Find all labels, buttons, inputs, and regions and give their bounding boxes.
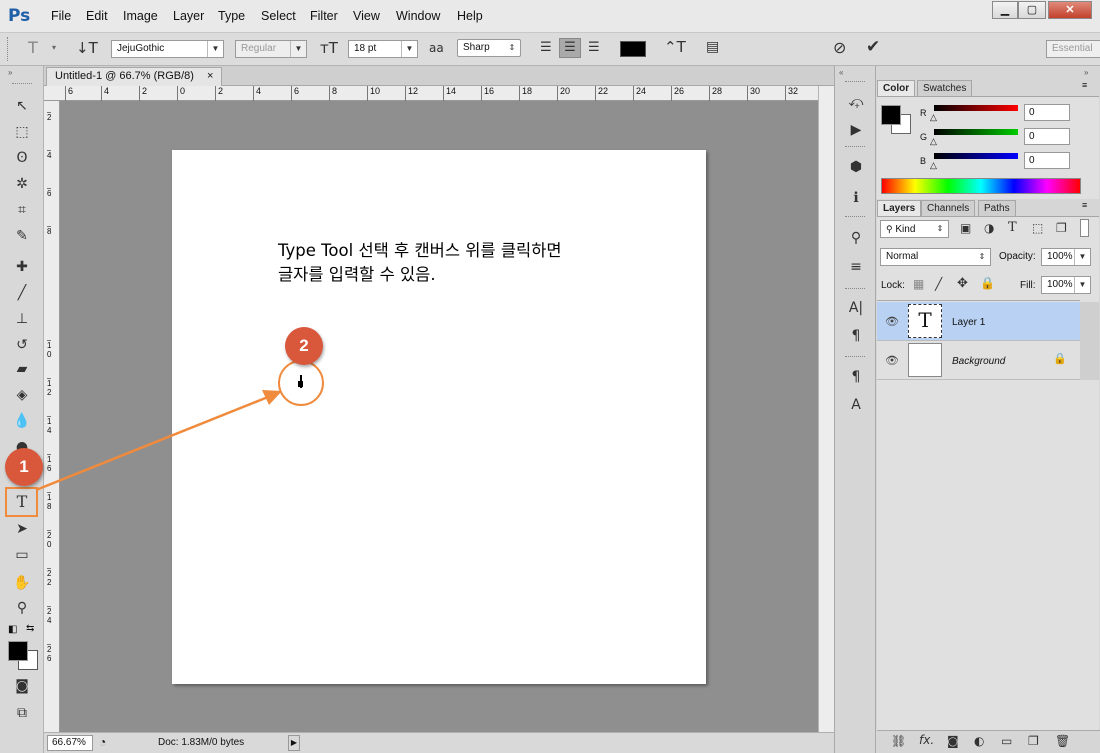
blend-mode-select[interactable]: Normal ⇕ bbox=[880, 248, 991, 266]
background-layer-thumbnail bbox=[908, 343, 942, 377]
blue-value-input[interactable]: 0 bbox=[1024, 152, 1070, 169]
green-channel-label: G bbox=[920, 132, 928, 142]
filter-type-icon[interactable]: T bbox=[1008, 220, 1017, 235]
red-channel-label: R bbox=[920, 108, 927, 118]
layers-footer: ⛓ fx. ◙ ◐ ▭ ❐ 🗑 bbox=[877, 730, 1100, 753]
expand-dock-icon[interactable]: « bbox=[839, 68, 843, 77]
layers-scrollbar[interactable] bbox=[1080, 302, 1099, 380]
text-layer-thumbnail: T bbox=[908, 304, 942, 338]
layer-row-layer-1[interactable]: 👁 T Layer 1 bbox=[877, 302, 1080, 341]
chevron-updown-icon: ⇕ bbox=[936, 224, 944, 233]
layer-effects-icon[interactable]: fx. bbox=[919, 733, 934, 747]
status-bar: 66.67% ◔ Doc: 1.83M/0 bytes ▶ bbox=[44, 732, 834, 753]
tab-color[interactable]: Color bbox=[877, 80, 916, 96]
opacity-input[interactable]: 100% ▼ bbox=[1041, 248, 1091, 266]
tab-layers[interactable]: Layers bbox=[877, 200, 922, 216]
new-adjustment-layer-icon[interactable]: ◐ bbox=[974, 734, 984, 748]
fill-label: Fill: bbox=[1020, 280, 1036, 291]
lock-transparent-icon[interactable]: ▦ bbox=[913, 277, 924, 291]
filter-toggle-switch[interactable] bbox=[1080, 219, 1089, 237]
tab-swatches[interactable]: Swatches bbox=[917, 80, 973, 96]
opacity-value: 100% bbox=[1047, 251, 1073, 262]
paragraph-panel-icon[interactable]: ¶ bbox=[845, 325, 867, 347]
3d-panel-icon[interactable]: ⬢ bbox=[845, 156, 867, 178]
dock-grip bbox=[845, 81, 865, 82]
status-info-icon[interactable]: ◔ bbox=[99, 735, 106, 749]
status-menu-arrow-icon[interactable]: ▶ bbox=[288, 735, 300, 751]
chevron-down-icon: ▼ bbox=[1074, 277, 1090, 293]
tab-paths[interactable]: Paths bbox=[978, 200, 1016, 216]
visibility-eye-icon[interactable]: 👁 bbox=[885, 315, 899, 328]
layer-lock-icon: 🔒 bbox=[1053, 353, 1067, 365]
layers-divider bbox=[877, 300, 1080, 301]
new-layer-icon[interactable]: ❐ bbox=[1028, 734, 1039, 748]
fill-value: 100% bbox=[1047, 279, 1073, 290]
step-2-badge: 2 bbox=[285, 327, 323, 365]
collapse-panels-icon[interactable]: » bbox=[1084, 68, 1088, 77]
filter-search-icon: ⚲ bbox=[886, 224, 893, 234]
panel-dock: « ⤽ ▶ ⬢ ℹ ⚲ ≡ A| ¶ ¶ A bbox=[834, 66, 876, 753]
filter-shape-icon[interactable]: ⬚ bbox=[1032, 221, 1043, 235]
character-panel-icon[interactable]: A| bbox=[845, 297, 867, 319]
dock-grip bbox=[845, 288, 865, 289]
lock-position-icon[interactable]: ✥ bbox=[957, 276, 968, 291]
layer-filter-value: Kind bbox=[895, 224, 916, 235]
zoom-level-field[interactable]: 66.67% bbox=[47, 735, 93, 751]
filter-adjustment-icon[interactable]: ◑ bbox=[984, 221, 994, 235]
blend-mode-value: Normal bbox=[886, 251, 919, 262]
dock-grip bbox=[845, 146, 865, 147]
lock-label: Lock: bbox=[881, 280, 905, 291]
character-styles-icon[interactable]: A bbox=[845, 394, 867, 416]
color-spectrum-bar[interactable] bbox=[881, 178, 1081, 194]
green-slider-handle-icon[interactable]: △ bbox=[930, 136, 937, 147]
visibility-eye-icon[interactable]: 👁 bbox=[885, 354, 899, 367]
doc-size-info: Doc: 1.83M/0 bytes bbox=[158, 737, 245, 748]
chevron-updown-icon: ⇕ bbox=[978, 252, 986, 261]
dock-grip bbox=[845, 356, 865, 357]
actions-panel-icon[interactable]: ▶ bbox=[845, 119, 867, 141]
blue-channel-label: B bbox=[920, 156, 927, 166]
adjustments-icon[interactable]: ≡ bbox=[845, 256, 867, 278]
blue-slider-handle-icon[interactable]: △ bbox=[930, 160, 937, 171]
paragraph-styles-icon[interactable]: ¶ bbox=[845, 366, 867, 388]
opacity-label: Opacity: bbox=[999, 251, 1036, 262]
lock-all-icon[interactable]: 🔒 bbox=[980, 276, 995, 290]
brush-presets-icon[interactable]: ⚲ bbox=[845, 227, 867, 249]
chevron-down-icon: ▼ bbox=[1074, 249, 1090, 265]
layer-name[interactable]: Layer 1 bbox=[952, 317, 985, 328]
layer-name[interactable]: Background bbox=[952, 356, 1005, 367]
filter-smart-object-icon[interactable]: ❐ bbox=[1056, 221, 1067, 235]
history-panel-icon[interactable]: ⤽ bbox=[845, 91, 867, 113]
green-value-input[interactable]: 0 bbox=[1024, 128, 1070, 145]
info-panel-icon[interactable]: ℹ bbox=[845, 187, 867, 209]
tab-channels[interactable]: Channels bbox=[921, 200, 976, 216]
filter-pixel-icon[interactable]: ▣ bbox=[960, 221, 971, 235]
link-layers-icon[interactable]: ⛓ bbox=[891, 734, 906, 748]
red-value-input[interactable]: 0 bbox=[1024, 104, 1070, 121]
layers-panel-menu-icon[interactable]: ≡ bbox=[1082, 200, 1087, 210]
layer-row-background[interactable]: 👁 Background 🔒 bbox=[877, 341, 1080, 380]
color-foreground-swatch[interactable] bbox=[881, 105, 901, 125]
blue-slider[interactable] bbox=[934, 153, 1018, 159]
new-group-icon[interactable]: ▭ bbox=[1001, 734, 1012, 748]
delete-layer-icon[interactable]: 🗑 bbox=[1055, 734, 1070, 748]
fill-input[interactable]: 100% ▼ bbox=[1041, 276, 1091, 294]
green-slider[interactable] bbox=[934, 129, 1018, 135]
dock-grip bbox=[845, 216, 865, 217]
red-slider-handle-icon[interactable]: △ bbox=[930, 112, 937, 123]
layer-filter-select[interactable]: ⚲ Kind ⇕ bbox=[880, 220, 949, 238]
add-mask-icon[interactable]: ◙ bbox=[947, 734, 959, 748]
step-1-badge: 1 bbox=[5, 448, 43, 486]
red-slider[interactable] bbox=[934, 105, 1018, 111]
lock-pixels-icon[interactable]: ╱ bbox=[935, 277, 942, 291]
color-panel-menu-icon[interactable]: ≡ bbox=[1082, 80, 1087, 90]
